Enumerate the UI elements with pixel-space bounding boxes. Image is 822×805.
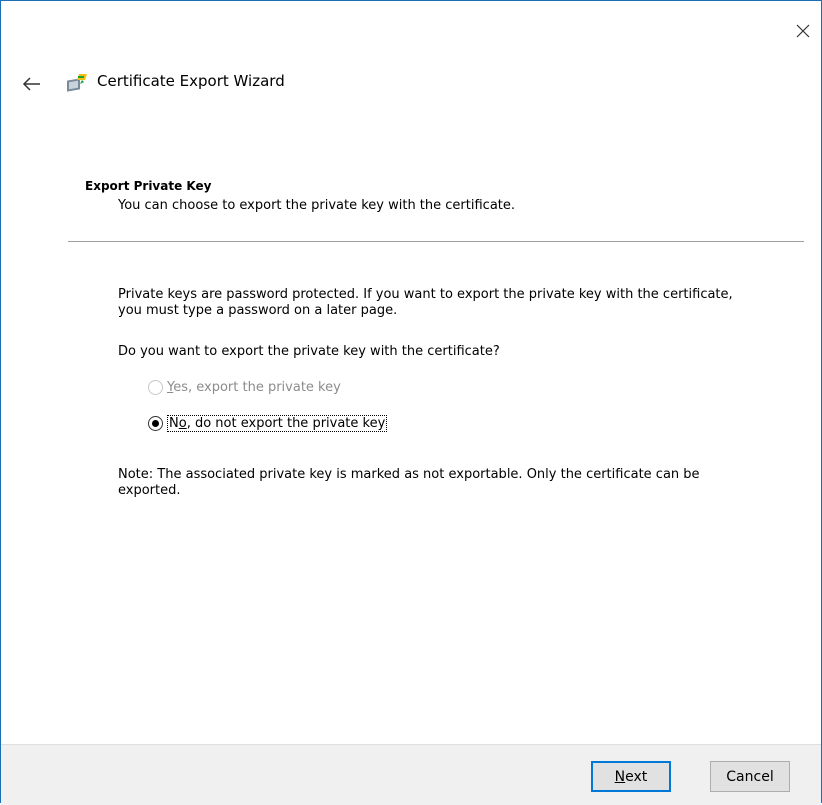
wizard-window: Certificate Export Wizard Export Private… (0, 0, 822, 803)
next-button-label: Next (614, 768, 648, 785)
close-icon (796, 24, 810, 38)
radio-button-selected[interactable] (148, 415, 163, 431)
header-divider (68, 241, 804, 242)
radio-export-yes[interactable]: Yes, export the private key (148, 377, 341, 397)
back-button[interactable] (21, 73, 43, 95)
close-button[interactable] (791, 19, 815, 43)
next-button[interactable]: Next (591, 761, 671, 792)
section-title: Export Private Key (85, 179, 212, 193)
wizard-title: Certificate Export Wizard (97, 72, 285, 90)
intro-text: Private keys are password protected. If … (118, 287, 733, 318)
radio-button-unselected[interactable] (148, 379, 163, 395)
radio-export-yes-label: Yes, export the private key (167, 379, 341, 395)
certificate-wizard-icon (65, 71, 89, 95)
cancel-button[interactable]: Cancel (710, 761, 790, 792)
radio-export-no-label: No, do not export the private key (167, 414, 388, 432)
wizard-footer: Next Cancel (1, 744, 821, 805)
radio-export-no[interactable]: No, do not export the private key (148, 413, 388, 433)
note-text: Note: The associated private key is mark… (118, 467, 700, 498)
back-arrow-icon (22, 77, 40, 91)
section-subtitle: You can choose to export the private key… (118, 198, 516, 213)
question-text: Do you want to export the private key wi… (118, 344, 500, 359)
